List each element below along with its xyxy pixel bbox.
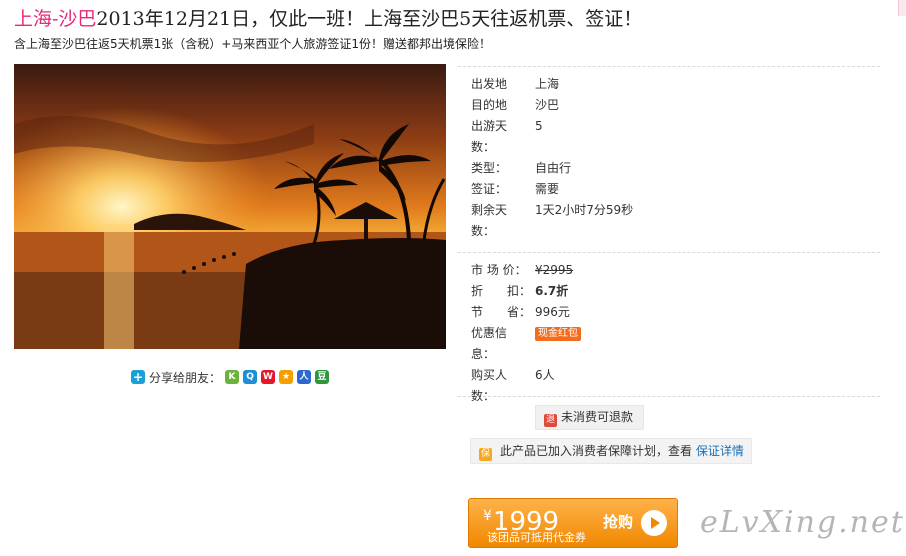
detail-label: 剩余天 [471,203,508,217]
discount-label: 折 扣： [471,284,532,298]
refund-policy-button[interactable]: 退未消费可退款 [535,405,644,430]
weibo-icon[interactable]: W [261,370,276,384]
promo-label-cont: 息： [471,347,496,361]
detail-label: 出发地 [471,77,508,91]
page-title: 上海-沙巴2013年12月21日，仅此一班！上海至沙巴5天往返机票、签证！ [14,6,642,32]
voucher-note: 该团品可抵用代金券 [487,531,586,544]
detail-label: 目的地 [471,98,508,112]
cash-coupon-badge[interactable]: 现金红包 [535,326,581,341]
refund-label: 未消费可退款 [561,410,634,424]
guarantee-text: 此产品已加入消费者保障计划，查看 [500,444,693,458]
guarantee-icon: 保 [479,448,492,461]
detail-value: 需要 [535,182,560,196]
kaixin-icon[interactable]: K [225,370,240,384]
corner-tab [898,0,906,16]
promo-value: 现金红包 [535,323,581,344]
detail-label: 出游天 [471,119,508,133]
detail-label: 签证： [471,182,508,196]
market-price-value: ¥2995 [535,263,574,277]
discount-value: 6.7折 [535,284,569,298]
play-arrow-icon [641,510,667,536]
buy-action-label: 抢购 [603,513,634,531]
detail-label-cont: 数： [471,224,496,238]
qzone-icon[interactable]: Q [243,370,258,384]
share-plus-icon[interactable]: + [131,370,145,384]
deal-subtitle: 含上海至沙巴往返5天机票1张（含税）+马来西亚个人旅游签证1份！赠送都邦出境保险… [14,37,491,51]
site-watermark: eLvXing.net [700,505,905,540]
currency-symbol: ¥ [483,508,492,524]
countdown-timer: 1天2小时7分59秒 [535,203,634,217]
refund-icon: 退 [544,414,557,427]
detail-label-cont: 数： [471,140,496,154]
divider-bottom [458,396,880,397]
title-text: 2013年12月21日，仅此一班！上海至沙巴5天往返机票、签证！ [96,8,643,30]
douban-icon[interactable]: 豆 [315,370,330,384]
share-label: 分享给朋友： [149,370,222,385]
share-bar: + 分享给朋友： K Q W ★ 人 豆 [131,369,330,385]
guarantee-details-link[interactable]: 保证详情 [696,444,744,458]
buyers-value: 6人 [535,368,555,382]
buyers-label: 购买人 [471,368,508,382]
title-destination-link[interactable]: 上海-沙巴 [14,8,96,30]
destination-photo [14,64,446,349]
detail-value: 5 [535,119,543,133]
divider-top [458,66,880,67]
savings-label: 节 省： [471,305,532,319]
buy-now-button[interactable]: ¥1999 该团品可抵用代金券 抢购 [468,498,678,548]
divider-middle [458,252,880,253]
detail-value: 上海 [535,77,560,91]
buyers-label-cont: 数： [471,389,496,403]
promo-label: 优惠信 [471,326,508,340]
detail-value: 沙巴 [535,98,560,112]
detail-value: 自由行 [535,161,572,175]
renren-icon[interactable]: 人 [297,370,312,384]
star-icon[interactable]: ★ [279,370,294,384]
market-price-label: 市 场 价： [471,263,527,277]
savings-value: 996元 [535,305,570,319]
consumer-guarantee-bar: 保此产品已加入消费者保障计划，查看 保证详情 [470,438,752,464]
detail-label: 类型： [471,161,508,175]
